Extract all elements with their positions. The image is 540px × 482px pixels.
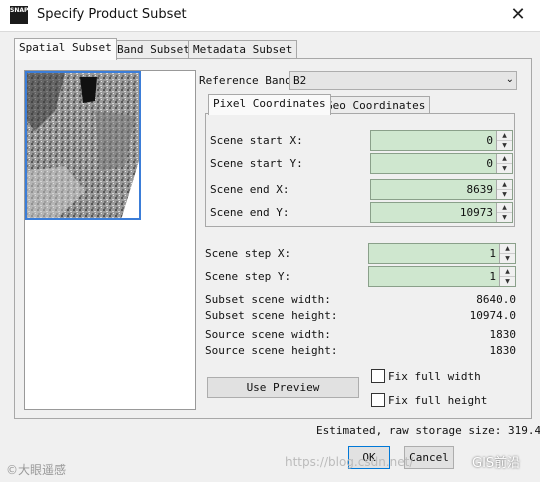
tab-metadata-subset[interactable]: Metadata Subset: [188, 40, 298, 59]
fix-full-width-label: Fix full width: [388, 370, 481, 383]
tab-geo-coordinates[interactable]: Geo Coordinates: [321, 96, 431, 114]
subset-height-value: 10974.0: [469, 309, 516, 322]
reference-band-select[interactable]: B2 ⌄: [289, 71, 517, 90]
spin-down-icon[interactable]: ▼: [500, 254, 515, 263]
source-width-label: Source scene width:: [205, 328, 331, 341]
subset-width-value: 8640.0: [476, 293, 516, 306]
scene-start-x-value: 0: [486, 134, 493, 147]
scene-step-x-field[interactable]: 1 ▲ ▼: [368, 243, 516, 264]
scene-step-x-value: 1: [489, 247, 496, 260]
tab-spatial-subset[interactable]: Spatial Subset: [14, 38, 117, 60]
watermark-url: https://blog.csdn.net/: [285, 455, 414, 469]
watermark-logo: GIS前沿: [472, 456, 521, 471]
spin-down-icon[interactable]: ▼: [497, 141, 512, 150]
snap-app-icon: SNAP: [10, 6, 28, 24]
spin-up-icon[interactable]: ▲: [497, 131, 512, 141]
scene-start-y-label: Scene start Y:: [210, 157, 303, 170]
scene-end-y-label: Scene end Y:: [210, 206, 290, 219]
spin-down-icon[interactable]: ▼: [500, 277, 515, 286]
app-icon-text: SNAP: [10, 7, 29, 14]
scene-start-x-label: Scene start X:: [210, 134, 303, 147]
use-preview-button[interactable]: Use Preview: [207, 377, 359, 398]
scene-step-y-value: 1: [489, 270, 496, 283]
scene-end-x-field[interactable]: 8639 ▲ ▼: [370, 179, 513, 200]
spin-up-icon[interactable]: ▲: [497, 203, 512, 213]
scene-start-y-value: 0: [486, 157, 493, 170]
fix-full-width-checkbox[interactable]: [371, 369, 385, 383]
scene-step-x-label: Scene step X:: [205, 247, 292, 260]
fix-full-height-label: Fix full height: [388, 394, 488, 407]
spin-down-icon[interactable]: ▼: [497, 190, 512, 199]
spin-down-icon[interactable]: ▼: [497, 213, 512, 222]
scene-end-x-value: 8639: [466, 183, 494, 196]
watermark-left: ©大眼遥感: [6, 463, 67, 477]
fix-full-height-checkbox[interactable]: [371, 393, 385, 407]
close-icon[interactable]: ✕: [505, 3, 531, 27]
spin-up-icon[interactable]: ▲: [497, 154, 512, 164]
scene-end-y-field[interactable]: 10973 ▲ ▼: [370, 202, 513, 223]
title-bar: SNAP Specify Product Subset ✕: [0, 0, 540, 32]
reference-band-value: B2: [293, 74, 307, 87]
scene-end-x-label: Scene end X:: [210, 183, 290, 196]
tab-pixel-coordinates[interactable]: Pixel Coordinates: [208, 94, 331, 115]
spin-up-icon[interactable]: ▲: [500, 267, 515, 277]
subset-height-label: Subset scene height:: [205, 309, 338, 322]
window-title: Specify Product Subset: [37, 7, 187, 22]
source-height-label: Source scene height:: [205, 344, 338, 357]
subset-width-label: Subset scene width:: [205, 293, 331, 306]
source-height-value: 1830: [489, 344, 517, 357]
scene-start-y-field[interactable]: 0 ▲ ▼: [370, 153, 513, 174]
scene-end-y-value: 10973: [459, 206, 493, 219]
spin-up-icon[interactable]: ▲: [497, 180, 512, 190]
satellite-thumbnail[interactable]: [25, 71, 195, 409]
scene-step-y-field[interactable]: 1 ▲ ▼: [368, 266, 516, 287]
tab-band-subset[interactable]: Band Subset: [112, 40, 195, 59]
scene-start-x-field[interactable]: 0 ▲ ▼: [370, 130, 513, 151]
chevron-down-icon: ⌄: [505, 74, 514, 85]
spin-up-icon[interactable]: ▲: [500, 244, 515, 254]
preview-pane: ▲ ▼: [24, 70, 196, 410]
storage-size-text: Estimated, raw storage size: 319.4M: [316, 424, 540, 437]
spin-down-icon[interactable]: ▼: [497, 164, 512, 173]
scene-step-y-label: Scene step Y:: [205, 270, 292, 283]
reference-band-label: Reference Band:: [199, 74, 299, 87]
source-width-value: 1830: [489, 328, 517, 341]
